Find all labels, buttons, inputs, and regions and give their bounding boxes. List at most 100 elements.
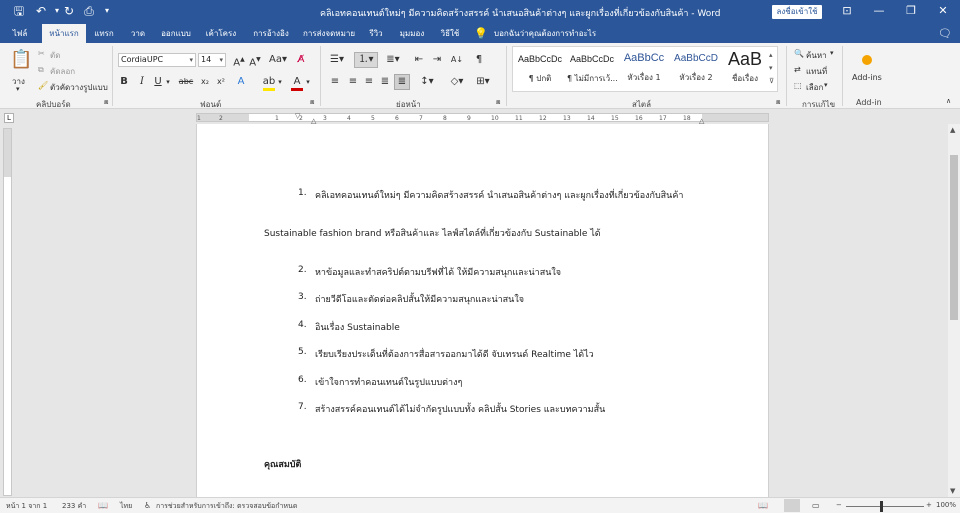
styles-scroll-up-icon[interactable]: ▴ [769, 51, 773, 59]
style-heading-1[interactable]: AaBbCc หัวเรื่อง 1 [619, 49, 669, 89]
shrink-font-icon[interactable]: A▼ [248, 54, 262, 69]
add-ins-icon[interactable] [862, 55, 872, 65]
tab-layout[interactable]: เค้าโครง [202, 24, 240, 43]
change-case-icon[interactable]: Aa▾ [268, 54, 288, 66]
paste-dropdown-icon[interactable]: ▾ [16, 85, 20, 93]
scrollbar-thumb[interactable] [950, 155, 958, 320]
styles-scroll-down-icon[interactable]: ▾ [769, 64, 773, 72]
maximize-icon[interactable]: ❐ [894, 0, 928, 24]
zoom-slider[interactable] [846, 506, 924, 507]
proofing-icon[interactable]: 📖 [98, 501, 108, 510]
font-size-select[interactable]: 14 ▾ [198, 53, 226, 67]
undo-icon[interactable]: ↶ [34, 4, 48, 18]
tab-selector-icon[interactable]: L [4, 113, 14, 123]
tab-file[interactable]: ไฟล์ [6, 24, 34, 43]
web-layout-icon[interactable]: ▭ [812, 501, 820, 510]
tab-draw[interactable]: วาด [124, 24, 152, 43]
format-painter-button[interactable]: ตัวคัดวางรูปแบบ [50, 81, 108, 94]
sort-icon[interactable]: A↓ [450, 54, 464, 66]
scroll-up-icon[interactable]: ▲ [950, 126, 955, 134]
font-color-icon[interactable]: A [290, 76, 304, 88]
thai-distributed-icon[interactable]: ≣ [394, 74, 410, 90]
save-icon[interactable]: 🖫 [12, 4, 26, 18]
select-button[interactable]: เลือก [806, 81, 823, 94]
clear-formatting-icon[interactable]: A̸ [294, 54, 308, 66]
tab-review[interactable]: รีวิว [362, 24, 390, 43]
numbering-icon[interactable]: ⒈▾ [354, 52, 378, 68]
ribbon-display-icon[interactable]: ⊡ [830, 0, 864, 24]
read-mode-icon[interactable]: 📖 [758, 501, 768, 510]
close-icon[interactable]: ✕ [926, 0, 960, 24]
style-no-spacing[interactable]: AaBbCcDc ¶ ไม่มีการเว้... [567, 49, 617, 89]
align-right-icon[interactable]: ≡ [362, 76, 376, 88]
tab-references[interactable]: การอ้างอิง [248, 24, 294, 43]
multilevel-list-icon[interactable]: ≣▾ [384, 54, 402, 66]
copy-button[interactable]: คัดลอก [50, 65, 75, 78]
tab-view[interactable]: มุมมอง [394, 24, 430, 43]
tell-me-search[interactable]: บอกฉันว่าคุณต้องการทำอะไร [494, 24, 612, 43]
select-dropdown-icon[interactable]: ▾ [824, 81, 828, 89]
accessibility-status[interactable]: การช่วยสำหรับการเข้าถึง: ตรวจสอบข้อกำหนด [156, 501, 297, 512]
highlight-icon[interactable]: ab [262, 76, 276, 88]
scroll-down-icon[interactable]: ▼ [950, 487, 955, 495]
clipboard-launcher-icon[interactable]: ⧈ [104, 98, 108, 107]
styles-launcher-icon[interactable]: ⧈ [776, 98, 780, 107]
copy-icon[interactable]: ⧉ [38, 65, 44, 75]
increase-indent-icon[interactable]: ⇥ [430, 54, 444, 66]
subscript-icon[interactable]: x₂ [198, 76, 212, 88]
highlight-dropdown-icon[interactable]: ▾ [276, 76, 284, 88]
font-color-dropdown-icon[interactable]: ▾ [304, 76, 312, 88]
font-name-select[interactable]: CordiaUPC ▾ [118, 53, 196, 67]
format-painter-icon[interactable]: 🖌 [38, 81, 48, 90]
zoom-in-icon[interactable]: + [926, 501, 932, 509]
paste-icon[interactable]: 📋 [10, 47, 32, 73]
language-indicator[interactable]: ไทย [120, 501, 132, 512]
line-spacing-icon[interactable]: ↕▾ [418, 76, 436, 88]
replace-icon[interactable]: ⇄ [794, 65, 801, 74]
zoom-level[interactable]: 100% [936, 501, 956, 509]
shading-icon[interactable]: ◇▾ [448, 76, 466, 88]
document-page[interactable]: 1. คลิเอทคอนเทนต์ใหม่ๆ มีความคิดสร้างสรร… [196, 124, 769, 497]
redo-icon[interactable]: ↻ [62, 4, 76, 18]
minimize-icon[interactable]: — [862, 0, 896, 24]
find-icon[interactable]: 🔍 [794, 49, 804, 58]
signin-button[interactable]: ลงชื่อเข้าใช้ [772, 5, 822, 19]
bullets-icon[interactable]: ☰▾ [328, 54, 346, 66]
select-icon[interactable]: ⬚ [794, 81, 802, 90]
print-preview-icon[interactable]: ⎙ [82, 4, 96, 18]
italic-icon[interactable]: I [136, 76, 148, 88]
grow-font-icon[interactable]: A▲ [232, 54, 246, 69]
styles-more-icon[interactable]: ⊽ [769, 77, 774, 85]
style-heading-2[interactable]: AaBbCcD หัวเรื่อง 2 [671, 49, 721, 89]
paragraph-launcher-icon[interactable]: ⧈ [496, 98, 500, 107]
find-dropdown-icon[interactable]: ▾ [830, 49, 834, 57]
tab-insert[interactable]: แทรก [88, 24, 120, 43]
font-launcher-icon[interactable]: ⧈ [310, 98, 314, 107]
style-normal[interactable]: AaBbCcDc ¶ ปกติ [515, 49, 565, 89]
replace-button[interactable]: แทนที่ [806, 65, 827, 78]
show-marks-icon[interactable]: ¶ [472, 54, 486, 66]
tab-design[interactable]: ออกแบบ [158, 24, 194, 43]
cut-icon[interactable]: ✂ [38, 49, 45, 58]
customize-icon[interactable]: ▾ [100, 4, 114, 18]
underline-dropdown-icon[interactable]: ▾ [164, 76, 172, 88]
tab-mailings[interactable]: การส่งจดหมาย [300, 24, 358, 43]
print-layout-icon[interactable] [784, 499, 800, 512]
accessibility-icon[interactable]: ♿ [144, 501, 151, 510]
word-count[interactable]: 233 คำ [62, 501, 86, 512]
align-left-icon[interactable]: ≡ [328, 76, 342, 88]
style-title[interactable]: AaB ชื่อเรื่อง [723, 49, 767, 89]
page-count[interactable]: หน้า 1 จาก 1 [6, 501, 47, 512]
zoom-slider-thumb[interactable] [880, 501, 883, 512]
superscript-icon[interactable]: x² [214, 76, 228, 88]
tab-help[interactable]: วิธีใช้ [434, 24, 466, 43]
add-ins-button[interactable]: Add-ins [852, 73, 882, 82]
first-line-indent-marker[interactable]: ▽ [295, 112, 300, 120]
align-center-icon[interactable]: ≡ [346, 76, 360, 88]
strikethrough-icon[interactable]: abc [178, 76, 194, 88]
cut-button[interactable]: ตัด [50, 49, 60, 62]
tab-home[interactable]: หน้าแรก [42, 24, 86, 43]
vertical-ruler[interactable] [3, 128, 12, 496]
find-button[interactable]: ค้นหา [806, 49, 827, 62]
underline-icon[interactable]: U [152, 76, 164, 88]
